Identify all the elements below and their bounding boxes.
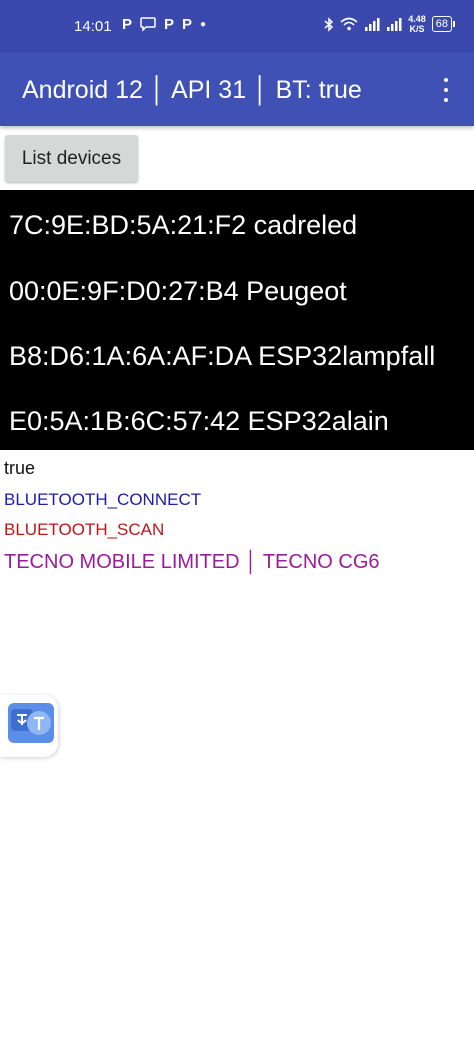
battery-icon: 68 (431, 16, 456, 32)
app-bar-title: Android 12 │ API 31 │ BT: true (22, 76, 362, 104)
overflow-menu-icon[interactable] (436, 78, 456, 102)
app-bar: Android 12 │ API 31 │ BT: true (0, 52, 474, 126)
bluetooth-icon (324, 16, 334, 32)
bluetooth-enabled-text: true (4, 458, 36, 478)
translate-floating-bubble[interactable] (0, 695, 58, 757)
notification-p-icon: P (164, 16, 175, 33)
wifi-icon (340, 17, 358, 31)
speed-unit: K/S (409, 24, 425, 34)
more-notifications-dot-icon: ● (200, 19, 207, 30)
manufacturer-model-text: TECNO MOBILE LIMITED │ TECNO CG6 (4, 551, 380, 573)
signal-2-icon (387, 18, 402, 31)
device-item[interactable]: 7C:9E:BD:5A:21:F2 cadreled (9, 210, 357, 241)
permission-scan-text: BLUETOOTH_SCAN (4, 520, 165, 539)
signal-icon (365, 18, 380, 31)
device-item[interactable]: 00:0E:9F:D0:27:B4 Peugeot (9, 276, 347, 307)
device-list: 7C:9E:BD:5A:21:F2 cadreled 00:0E:9F:D0:2… (0, 190, 474, 450)
translate-icon[interactable] (8, 703, 54, 743)
notification-p-icon: P (182, 16, 193, 33)
network-speed: 4.48 K/S (408, 14, 426, 34)
list-devices-button[interactable]: List devices (5, 135, 138, 182)
notification-icons: P P P ● (122, 16, 206, 33)
speed-value: 4.48 (408, 14, 426, 24)
permission-connect-text: BLUETOOTH_CONNECT (4, 490, 202, 509)
status-time: 14:01 (74, 18, 112, 35)
status-bar: 14:01 P P P ● 4.48 K/S 68 (0, 0, 474, 52)
device-item[interactable]: B8:D6:1A:6A:AF:DA ESP32lampfall (9, 341, 435, 372)
device-item[interactable]: E0:5A:1B:6C:57:42 ESP32alain (9, 406, 389, 437)
chat-bubble-icon (140, 17, 156, 32)
system-icons: 4.48 K/S 68 (324, 14, 456, 34)
notification-p-icon: P (122, 16, 133, 33)
